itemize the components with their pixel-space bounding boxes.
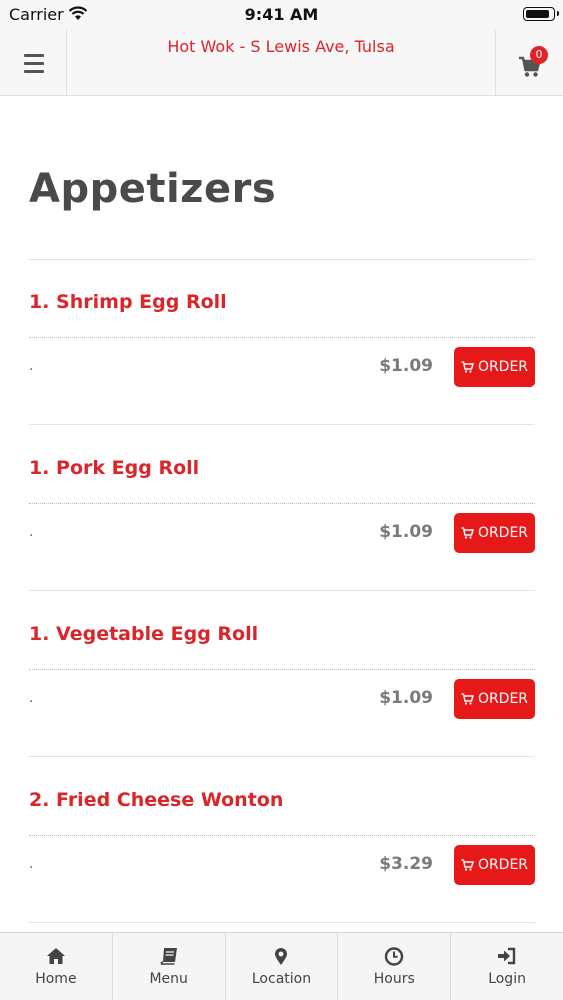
tab-hours[interactable]: Hours xyxy=(338,933,452,1000)
hamburger-menu-button[interactable] xyxy=(0,30,67,95)
item-name[interactable]: 1. Pork Egg Roll xyxy=(29,457,199,479)
tab-home[interactable]: Home xyxy=(0,933,113,1000)
menu-item: 1. Vegetable Egg Roll . $1.09 ORDER xyxy=(29,592,535,758)
book-icon xyxy=(160,948,177,965)
map-pin-icon xyxy=(275,948,288,965)
cart-icon xyxy=(461,693,474,705)
tab-label: Home xyxy=(35,971,77,987)
bottom-tab-bar: Home Menu Location Hours Login xyxy=(0,932,563,1000)
item-description: . xyxy=(29,856,34,872)
item-name[interactable]: 2. Fried Cheese Wonton xyxy=(29,789,283,811)
cart-button[interactable]: 0 xyxy=(495,30,563,95)
order-button[interactable]: ORDER xyxy=(454,845,535,885)
cart-icon xyxy=(461,527,474,539)
cart-count-badge: 0 xyxy=(530,46,548,64)
status-bar: Carrier 9:41 AM xyxy=(0,0,563,30)
login-icon xyxy=(498,947,516,965)
order-button[interactable]: ORDER xyxy=(454,679,535,719)
item-price: $1.09 xyxy=(379,356,433,376)
clock-icon xyxy=(385,947,404,966)
menu-item: 1. Shrimp Egg Roll . $1.09 ORDER xyxy=(29,260,535,426)
divider xyxy=(29,756,535,757)
dotted-divider xyxy=(29,337,535,338)
status-time: 9:41 AM xyxy=(244,5,319,24)
tab-location[interactable]: Location xyxy=(226,933,339,1000)
order-label: ORDER xyxy=(477,359,529,375)
order-label: ORDER xyxy=(477,691,529,707)
divider xyxy=(29,590,535,591)
cart-icon xyxy=(461,859,474,871)
home-icon xyxy=(46,948,65,964)
battery-icon xyxy=(523,7,559,21)
battery-level xyxy=(526,10,549,18)
item-price: $3.29 xyxy=(379,854,433,874)
item-description: . xyxy=(29,358,34,374)
tab-label: Menu xyxy=(149,971,188,987)
item-description: . xyxy=(29,524,34,540)
dotted-divider xyxy=(29,669,535,670)
cart-icon xyxy=(461,361,474,373)
tab-menu[interactable]: Menu xyxy=(113,933,226,1000)
item-price: $1.09 xyxy=(379,688,433,708)
order-label: ORDER xyxy=(477,525,529,541)
order-button[interactable]: ORDER xyxy=(454,347,535,387)
order-button[interactable]: ORDER xyxy=(454,513,535,553)
dotted-divider xyxy=(29,503,535,504)
dotted-divider xyxy=(29,835,535,836)
item-description: . xyxy=(29,690,34,706)
menu-item: 2. Fried Cheese Wonton . $3.29 ORDER xyxy=(29,758,535,924)
menu-item: 1. Pork Egg Roll . $1.09 ORDER xyxy=(29,426,535,592)
section-title: Appetizers xyxy=(29,166,277,212)
tab-label: Location xyxy=(251,971,312,987)
item-name[interactable]: 1. Shrimp Egg Roll xyxy=(29,291,227,313)
item-name[interactable]: 1. Vegetable Egg Roll xyxy=(29,623,258,645)
tab-login[interactable]: Login xyxy=(451,933,563,1000)
divider xyxy=(29,922,535,923)
app-header: Hot Wok - S Lewis Ave, Tulsa 0 xyxy=(0,30,563,96)
order-label: ORDER xyxy=(477,857,529,873)
tab-label: Hours xyxy=(373,971,415,987)
restaurant-title: Hot Wok - S Lewis Ave, Tulsa xyxy=(167,37,395,56)
tab-label: Login xyxy=(488,971,526,987)
divider xyxy=(29,424,535,425)
hamburger-icon xyxy=(24,54,44,57)
item-price: $1.09 xyxy=(379,522,433,542)
